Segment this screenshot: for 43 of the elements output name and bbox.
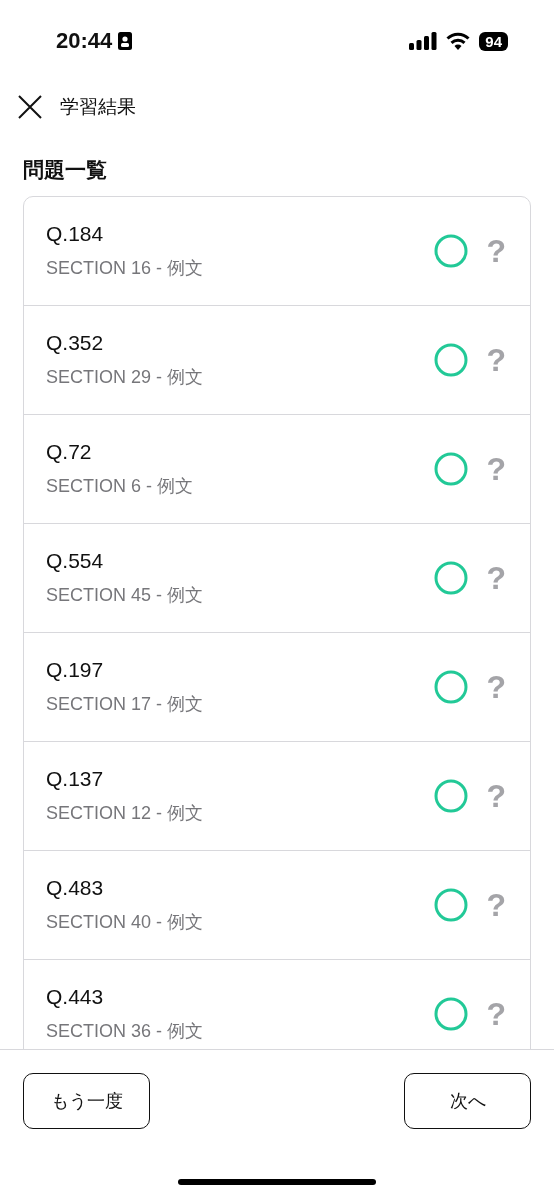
question-row[interactable]: Q.197 SECTION 17 - 例文 ? (24, 633, 530, 742)
question-row[interactable]: Q.483 SECTION 40 - 例文 ? (24, 851, 530, 960)
correct-circle-icon (434, 779, 469, 813)
question-number: Q.197 (46, 658, 105, 682)
question-number: Q.72 (46, 440, 93, 464)
question-row[interactable]: Q.184 SECTION 16 - 例文 ? (24, 197, 530, 306)
question-number: Q.352 (46, 331, 105, 355)
screen-title: 学習結果 (60, 94, 136, 119)
signal-icon (409, 32, 438, 50)
close-button[interactable] (18, 95, 42, 119)
question-number: Q.554 (46, 549, 105, 573)
question-number: Q.184 (46, 222, 105, 246)
question-row[interactable]: Q.72 SECTION 6 - 例文 ? (24, 415, 530, 524)
question-number: Q.137 (46, 767, 105, 791)
correct-circle-icon (434, 343, 469, 377)
correct-circle-icon (434, 997, 469, 1031)
question-row[interactable]: Q.443 SECTION 36 - 例文 ? (24, 960, 530, 1049)
action-button[interactable]: もう一度 (23, 1073, 150, 1129)
id-badge-icon (118, 32, 133, 50)
question-section: SECTION 40 - 例文 (46, 910, 435, 934)
question-section: SECTION 17 - 例文 (46, 692, 435, 716)
question-row[interactable]: Q.554 SECTION 45 - 例文 ? (24, 524, 530, 633)
correct-circle-icon (434, 888, 469, 922)
question-row[interactable]: Q.137 SECTION 12 - 例文 ? (24, 742, 530, 851)
correct-circle-icon (434, 452, 469, 486)
question-section: SECTION 29 - 例文 (46, 365, 435, 389)
question-section: SECTION 12 - 例文 (46, 801, 435, 825)
question-section: SECTION 6 - 例文 (46, 474, 435, 498)
question-section: SECTION 36 - 例文 (46, 1019, 435, 1043)
question-number: Q.443 (46, 985, 105, 1009)
question-number: Q.483 (46, 876, 105, 900)
question-row[interactable]: Q.352 SECTION 29 - 例文 ? (24, 306, 530, 415)
correct-circle-icon (434, 234, 469, 268)
battery-level: 94 (479, 31, 508, 51)
section-title: 問題一覧 (23, 157, 108, 184)
action-button[interactable]: 次へ (404, 1073, 531, 1129)
wifi-icon (446, 32, 471, 50)
close-icon (18, 95, 42, 119)
status-time: 20:44 (56, 28, 113, 54)
correct-circle-icon (434, 670, 469, 704)
question-section: SECTION 45 - 例文 (46, 583, 435, 607)
question-section: SECTION 16 - 例文 (46, 256, 435, 280)
correct-circle-icon (434, 561, 469, 595)
